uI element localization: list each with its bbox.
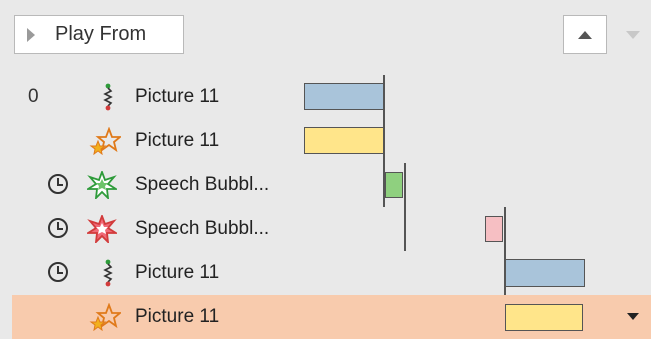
entrance-star-icon: [87, 171, 117, 199]
animation-row[interactable]: 0 Picture 11: [12, 75, 651, 119]
animation-row[interactable]: Speech Bubbl...: [12, 163, 651, 207]
timeline-marker: [383, 119, 385, 163]
triangle-up-icon: [578, 30, 592, 39]
timeline-marker: [504, 207, 506, 251]
effect-label: Picture 11: [135, 262, 220, 283]
triangle-down-icon: [626, 30, 640, 39]
timeline-bar[interactable]: [385, 172, 403, 198]
timeline-bar[interactable]: [485, 216, 503, 242]
animation-pane-toolbar: Play From: [0, 0, 651, 70]
timeline-marker: [383, 163, 385, 207]
timeline-marker: [404, 207, 406, 251]
effect-label: Speech Bubbl...: [135, 174, 270, 195]
move-down-button[interactable]: [618, 15, 648, 54]
after-previous-clock-icon: [48, 218, 68, 238]
timeline-bar[interactable]: [304, 127, 384, 154]
animation-row-selected[interactable]: Picture 11: [12, 295, 651, 339]
move-up-button[interactable]: [563, 15, 607, 54]
play-from-button[interactable]: Play From: [14, 15, 184, 54]
emphasis-star-icon: [89, 127, 121, 155]
motion-path-icon: [103, 259, 113, 287]
animation-row[interactable]: Picture 11: [12, 251, 651, 295]
animation-row[interactable]: Picture 11: [12, 119, 651, 163]
play-icon: [27, 27, 35, 42]
timeline-marker: [383, 75, 385, 119]
timeline-bar[interactable]: [505, 304, 583, 331]
motion-path-icon: [103, 83, 113, 111]
animation-row[interactable]: Speech Bubbl...: [12, 207, 651, 251]
timeline-marker: [404, 163, 406, 207]
after-previous-clock-icon: [48, 174, 68, 194]
row-number: 0: [28, 86, 39, 107]
emphasis-star-icon: [89, 303, 121, 331]
effect-label: Speech Bubbl...: [135, 218, 270, 239]
effect-label: Picture 11: [135, 86, 220, 107]
effect-label: Picture 11: [135, 130, 220, 151]
exit-star-icon: [87, 215, 117, 243]
play-from-label: Play From: [55, 23, 147, 45]
timeline-bar[interactable]: [505, 259, 585, 287]
effect-options-dropdown[interactable]: [627, 313, 639, 320]
effect-label: Picture 11: [135, 306, 220, 327]
after-previous-clock-icon: [48, 262, 68, 282]
timeline-bar[interactable]: [304, 83, 384, 110]
